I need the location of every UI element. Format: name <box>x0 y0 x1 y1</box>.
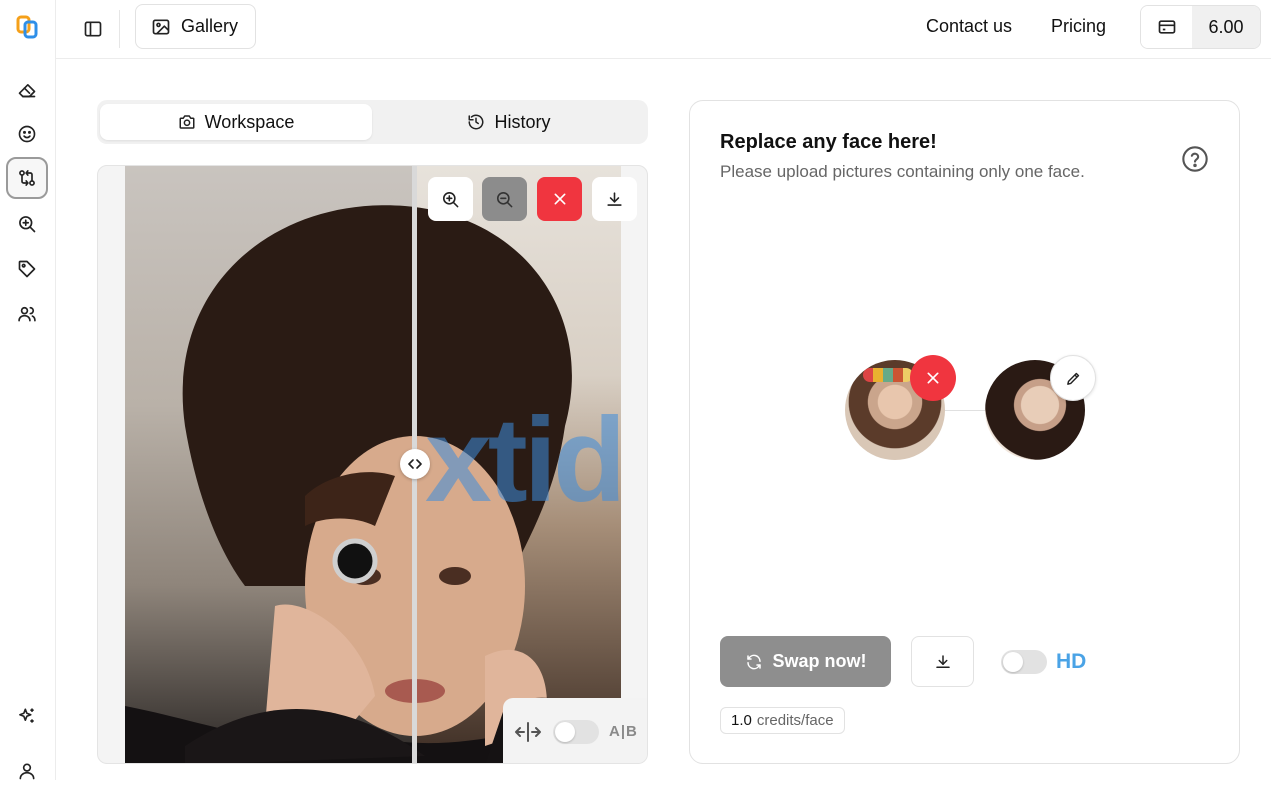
credits-value: 6.00 <box>1192 6 1260 48</box>
user-icon <box>19 763 35 780</box>
hd-label: HD <box>1056 650 1087 673</box>
header-divider <box>119 10 120 48</box>
history-icon <box>468 114 484 130</box>
close-icon <box>927 372 939 384</box>
workspace-tabs: Workspace History <box>97 100 648 144</box>
split-view-icon <box>515 721 541 742</box>
credits-balance[interactable]: 6.00 <box>1140 5 1261 49</box>
zoom-in-button[interactable] <box>428 177 473 221</box>
tab-history-label: History <box>494 111 551 132</box>
contact-us-link[interactable]: Contact us <box>926 16 1012 37</box>
close-icon <box>554 193 565 205</box>
eraser-tool-button[interactable] <box>6 68 48 110</box>
download-icon <box>935 654 950 668</box>
ai-sparkle-button[interactable] <box>6 695 48 737</box>
face-smile-icon <box>18 125 36 143</box>
code-arrows-icon <box>408 459 422 469</box>
face-swap-tool-button[interactable] <box>6 157 48 199</box>
hd-toggle[interactable] <box>1001 650 1047 674</box>
tag-icon <box>18 260 36 278</box>
tab-workspace[interactable]: Workspace <box>100 104 372 140</box>
refresh-icon <box>746 654 761 669</box>
remove-source-face-button[interactable] <box>910 355 956 401</box>
sparkle-icon <box>19 708 34 723</box>
image-viewer: xtid A|B <box>97 165 648 764</box>
credit-card-icon <box>1158 20 1175 34</box>
download-result-button[interactable] <box>911 636 974 687</box>
face-swap-panel: Replace any face here! Please upload pic… <box>689 100 1240 764</box>
credit-amount: 1.0 <box>731 712 752 729</box>
face-retouch-tool-button[interactable] <box>6 113 48 155</box>
camera-icon <box>179 115 195 129</box>
panel-subtitle: Please upload pictures containing only o… <box>720 162 1085 181</box>
ab-compare-label: A|B <box>609 723 638 740</box>
gallery-button[interactable]: Gallery <box>135 4 256 49</box>
compare-controls: A|B <box>503 698 647 763</box>
download-image-button[interactable] <box>592 177 637 221</box>
portrait-photo: xtid <box>125 166 621 763</box>
credits-per-face-badge: 1.0 credits/face <box>720 707 845 734</box>
enhance-tool-button[interactable] <box>6 203 48 245</box>
tab-history[interactable]: History <box>373 104 645 140</box>
left-rail <box>0 0 56 780</box>
eraser-icon <box>18 84 36 98</box>
zoom-in-icon <box>442 191 459 207</box>
credit-unit: credits/face <box>756 712 834 729</box>
clear-image-button[interactable] <box>537 177 582 221</box>
app-logo[interactable] <box>16 14 38 40</box>
account-button[interactable] <box>6 750 48 792</box>
compare-split-handle[interactable] <box>400 449 430 479</box>
swap-arrows-icon <box>19 170 35 186</box>
top-header: Gallery Contact us Pricing 6.00 <box>56 0 1271 59</box>
panel-title: Replace any face here! <box>720 131 937 153</box>
swap-now-label: Swap now! <box>772 651 867 671</box>
edit-target-face-button[interactable] <box>1050 355 1096 401</box>
gallery-label: Gallery <box>181 16 239 36</box>
download-icon <box>607 191 622 206</box>
help-circle-icon <box>1182 146 1208 172</box>
tag-tool-button[interactable] <box>6 248 48 290</box>
tab-workspace-label: Workspace <box>204 111 295 132</box>
face-connector <box>945 410 985 411</box>
pricing-link[interactable]: Pricing <box>1051 16 1106 37</box>
watermark-text: xtid <box>425 393 621 527</box>
compare-toggle[interactable] <box>553 719 599 744</box>
users-icon <box>18 306 36 322</box>
zoom-plus-icon <box>19 216 36 233</box>
flower-crown <box>863 368 913 382</box>
zoom-out-button[interactable] <box>482 177 527 221</box>
sidebar-toggle-button[interactable] <box>76 12 110 46</box>
help-button[interactable] <box>1181 145 1209 173</box>
swap-now-button[interactable]: Swap now! <box>720 636 891 687</box>
image-icon <box>152 19 170 34</box>
pencil-icon <box>1066 372 1079 385</box>
users-tool-button[interactable] <box>6 293 48 335</box>
sidebar-panel-icon <box>84 21 102 37</box>
zoom-out-icon <box>496 191 513 207</box>
